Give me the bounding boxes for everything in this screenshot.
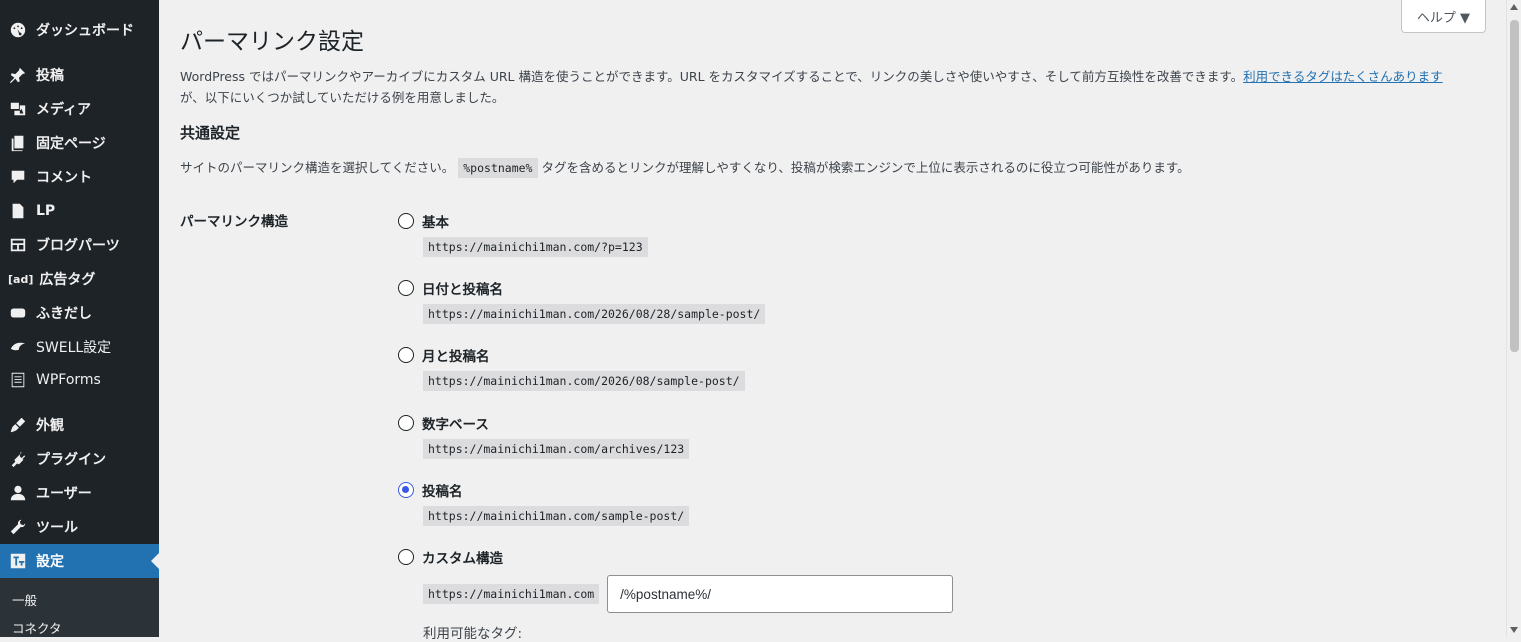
intro-tail: が、以下にいくつか試していただける例を用意しました。: [180, 90, 505, 105]
scrollbar[interactable]: [1506, 0, 1521, 637]
desc-after: タグを含めるとリンクが理解しやすくなり、投稿が検索エンジンで上位に表示されるのに…: [541, 160, 1190, 175]
option-label[interactable]: 基本: [422, 211, 449, 231]
menu-item-appearance[interactable]: 外観: [0, 408, 159, 442]
menu-label: 投稿: [36, 68, 64, 84]
option-label[interactable]: 日付と投稿名: [422, 278, 503, 298]
menu-item-settings[interactable]: 設定: [0, 544, 159, 578]
example-url: https://mainichi1man.com/archives/123: [423, 439, 690, 459]
option-numeric: 数字ベース https://mainichi1man.com/archives/…: [398, 412, 690, 459]
option-label[interactable]: 投稿名: [422, 480, 463, 500]
scroll-down-arrow[interactable]: [1510, 627, 1518, 633]
desc-before: サイトのパーマリンク構造を選択してください。: [180, 160, 455, 175]
intro-text: WordPress ではパーマリンクやアーカイブにカスタム URL 構造を使うこ…: [180, 66, 1480, 108]
custom-structure-input[interactable]: [607, 575, 954, 613]
help-label: ヘルプ ▼: [1416, 10, 1471, 26]
dashboard-icon: [8, 20, 28, 40]
menu-item-plugins[interactable]: プラグイン: [0, 442, 159, 476]
main-content: ヘルプ ▼ パーマリンク設定 WordPress ではパーマリンクやアーカイブに…: [159, 0, 1506, 642]
section-description: サイトのパーマリンク構造を選択してください。 %postname% タグを含める…: [180, 157, 1190, 178]
settings-submenu: 一般 コネクタ: [0, 578, 159, 637]
option-day-and-name: 日付と投稿名 https://mainichi1man.com/2026/08/…: [398, 277, 766, 324]
section-title: 共通設定: [180, 124, 241, 142]
ad-icon: [ad]: [8, 272, 34, 286]
radio-custom[interactable]: [398, 549, 414, 565]
menu-item-wpforms[interactable]: WPForms: [0, 363, 159, 397]
menu-item-tools[interactable]: ツール: [0, 510, 159, 544]
brush-icon: [8, 415, 28, 435]
admin-sidebar: ダッシュボード 投稿 メディア 固定ページ コメント LP ブログパーツ [ad…: [0, 0, 159, 637]
example-url: https://mainichi1man.com/?p=123: [423, 237, 648, 257]
menu-label: ふきだし: [36, 306, 92, 322]
menu-label: SWELL設定: [36, 340, 112, 356]
menu-item-pages[interactable]: 固定ページ: [0, 126, 159, 160]
example-url: https://mainichi1man.com/2026/08/sample-…: [423, 371, 745, 391]
layout-icon: [8, 235, 28, 255]
example-url: https://mainichi1man.com/2026/08/28/samp…: [423, 304, 766, 324]
radio-plain[interactable]: [398, 213, 414, 229]
menu-item-fukidashi[interactable]: ふきだし: [0, 296, 159, 330]
option-label[interactable]: 数字ベース: [422, 413, 489, 433]
settings-icon: [8, 551, 28, 571]
submenu-item-general[interactable]: 一般: [12, 590, 37, 609]
scroll-thumb[interactable]: [1510, 20, 1519, 352]
menu-item-swell-settings[interactable]: SWELL設定: [0, 330, 159, 364]
comment-icon: [8, 167, 28, 187]
menu-label: WPForms: [36, 372, 101, 388]
custom-base-url: https://mainichi1man.com: [423, 584, 600, 604]
user-icon: [8, 483, 28, 503]
menu-label: プラグイン: [36, 452, 106, 468]
custom-structure-row: https://mainichi1man.com: [423, 575, 954, 613]
menu-item-posts[interactable]: 投稿: [0, 58, 159, 92]
submenu-item-connector[interactable]: コネクタ: [12, 618, 62, 637]
menu-label: メディア: [36, 102, 92, 118]
menu-label: 外観: [36, 418, 64, 434]
option-label[interactable]: 月と投稿名: [422, 345, 490, 365]
plugin-icon: [8, 449, 28, 469]
menu-item-users[interactable]: ユーザー: [0, 476, 159, 510]
menu-item-media[interactable]: メディア: [0, 92, 159, 126]
menu-label: 固定ページ: [36, 136, 106, 152]
radio-day-and-name[interactable]: [398, 280, 414, 296]
available-tags-link[interactable]: 利用できるタグはたくさんあります: [1243, 69, 1443, 84]
media-icon: [8, 99, 28, 119]
menu-label: ユーザー: [36, 486, 92, 502]
swell-icon: [8, 337, 28, 357]
menu-item-ad-tags[interactable]: [ad] 広告タグ: [0, 262, 159, 296]
menu-label: 設定: [36, 554, 64, 570]
radio-post-name[interactable]: [398, 482, 414, 498]
radio-numeric[interactable]: [398, 415, 414, 431]
menu-label: ツール: [36, 520, 78, 536]
menu-label: LP: [36, 203, 56, 219]
page-icon: [8, 133, 28, 153]
forms-icon: [8, 370, 28, 390]
menu-item-lp[interactable]: LP: [0, 194, 159, 228]
option-custom: カスタム構造: [398, 546, 503, 568]
menu-item-blog-parts[interactable]: ブログパーツ: [0, 228, 159, 262]
example-url: https://mainichi1man.com/sample-post/: [423, 506, 690, 526]
document-icon: [8, 201, 28, 221]
menu-item-comments[interactable]: コメント: [0, 160, 159, 194]
speech-bubble-icon: [8, 303, 28, 323]
option-post-name: 投稿名 https://mainichi1man.com/sample-post…: [398, 479, 690, 526]
permalink-structure-label: パーマリンク構造: [180, 214, 288, 230]
menu-label: ダッシュボード: [36, 23, 134, 39]
menu-label: ブログパーツ: [36, 238, 120, 254]
pin-icon: [8, 65, 28, 85]
menu-item-dashboard[interactable]: ダッシュボード: [0, 13, 159, 47]
option-label[interactable]: カスタム構造: [422, 547, 503, 567]
help-button[interactable]: ヘルプ ▼: [1401, 0, 1486, 33]
radio-month-and-name[interactable]: [398, 347, 414, 363]
available-tags-label: 利用可能なタグ:: [423, 626, 523, 642]
postname-code: %postname%: [458, 158, 538, 178]
option-plain: 基本 https://mainichi1man.com/?p=123: [398, 210, 648, 257]
page-title: パーマリンク設定: [180, 29, 364, 55]
intro-body: WordPress ではパーマリンクやアーカイブにカスタム URL 構造を使うこ…: [180, 69, 1244, 84]
scroll-up-arrow[interactable]: [1510, 4, 1518, 10]
menu-label: 広告タグ: [39, 272, 96, 288]
option-month-and-name: 月と投稿名 https://mainichi1man.com/2026/08/s…: [398, 344, 745, 391]
menu-label: コメント: [36, 170, 92, 186]
wrench-icon: [8, 517, 28, 537]
